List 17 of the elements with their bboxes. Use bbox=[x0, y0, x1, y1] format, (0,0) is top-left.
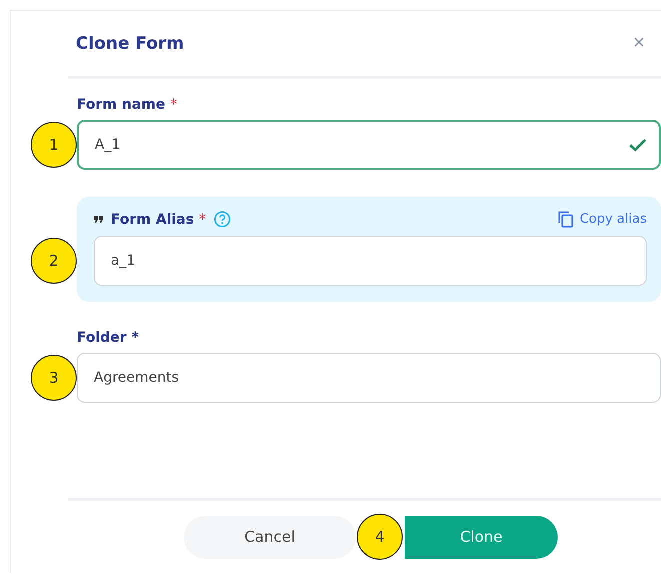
cancel-button[interactable]: Cancel bbox=[184, 516, 356, 558]
callout-number: 2 bbox=[31, 238, 77, 284]
dialog-title: Clone Form bbox=[76, 34, 184, 54]
callout-number: 4 bbox=[357, 514, 403, 560]
copy-icon bbox=[558, 211, 574, 228]
copy-alias-button[interactable]: Copy alias bbox=[558, 211, 647, 228]
help-icon[interactable] bbox=[214, 211, 232, 228]
field-label: Folder * bbox=[77, 330, 140, 346]
form-name-field[interactable]: A_1 bbox=[77, 120, 661, 170]
field-label: Form Alias * bbox=[111, 212, 206, 228]
check-icon bbox=[629, 138, 647, 152]
alias-field[interactable]: a_1 bbox=[94, 236, 647, 286]
folder-field[interactable]: Agreements bbox=[77, 353, 661, 403]
field-label: Form name * bbox=[77, 97, 178, 113]
quote-icon bbox=[94, 216, 103, 223]
callout-number: 3 bbox=[31, 355, 77, 401]
callout-number: 1 bbox=[31, 122, 77, 168]
